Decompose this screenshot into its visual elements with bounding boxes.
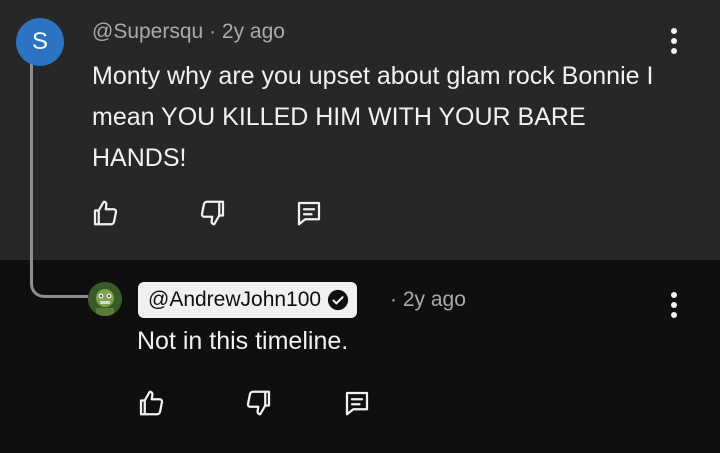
thumbs-down-icon[interactable] <box>196 196 230 230</box>
more-options-icon[interactable] <box>670 292 678 318</box>
meta-separator: · <box>209 20 217 43</box>
author-handle[interactable]: @Supersqu <box>92 20 203 43</box>
author-handle: @AndrewJohn100 <box>148 288 322 311</box>
thumbs-up-icon[interactable] <box>134 386 168 420</box>
comment-timestamp[interactable]: 2y ago <box>222 20 285 43</box>
thumbs-up-icon[interactable] <box>88 196 122 230</box>
reply-icon[interactable] <box>292 196 326 230</box>
comment-meta: @Supersqu · 2y ago <box>92 20 285 44</box>
avatar[interactable]: S <box>16 18 64 66</box>
author-handle-chip[interactable]: @AndrewJohn100 <box>138 282 358 318</box>
verified-check-icon <box>328 289 349 311</box>
comment-timestamp[interactable]: 2y ago <box>403 288 466 311</box>
more-options-icon[interactable] <box>670 28 678 54</box>
reply-icon[interactable] <box>340 386 374 420</box>
comment-meta: · 2y ago <box>390 288 466 312</box>
meta-separator: · <box>390 288 397 311</box>
thumbs-down-icon[interactable] <box>242 386 276 420</box>
avatar-letter: S <box>31 28 48 55</box>
comment-text: Monty why are you upset about glam rock … <box>92 62 654 172</box>
comment-text: Not in this timeline. <box>137 327 349 355</box>
avatar[interactable] <box>88 282 122 316</box>
thread-connector-line <box>30 62 88 298</box>
